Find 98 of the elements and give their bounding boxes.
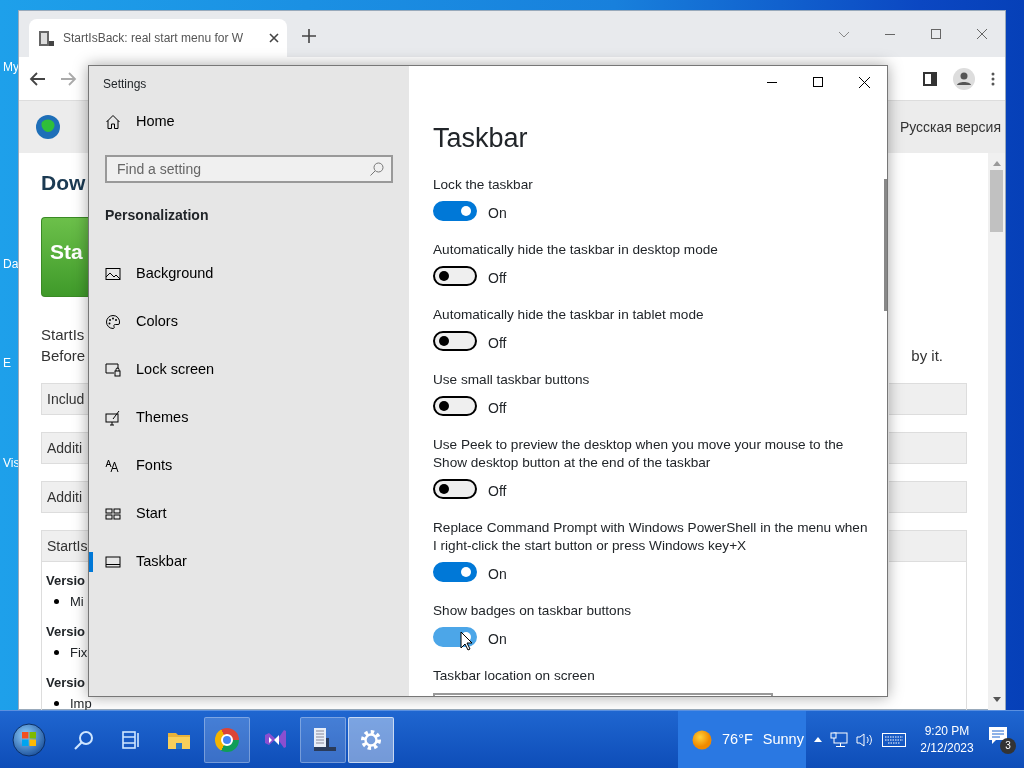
new-tab-icon[interactable] [302, 29, 316, 43]
close-icon[interactable] [269, 33, 279, 43]
language-link[interactable]: Русская версия [899, 116, 1001, 138]
changelog-item: Imp [70, 695, 92, 710]
keyboard-icon[interactable] [882, 732, 906, 747]
home-icon [105, 114, 121, 130]
start-orb-icon [12, 722, 46, 757]
setting-label: Lock the taskbar [433, 176, 534, 194]
tiles-icon [105, 506, 121, 522]
network-icon[interactable] [830, 731, 848, 748]
scroll-down-icon[interactable] [992, 697, 1001, 702]
setting-label: Show badges on taskbar buttons [433, 602, 632, 620]
sidebar-icon[interactable] [923, 71, 937, 86]
nav-item[interactable]: Background [89, 250, 409, 298]
globe-icon [35, 114, 61, 140]
brush-monitor-icon [105, 410, 121, 426]
minimize-icon[interactable] [767, 81, 777, 83]
toggle-state: Off [488, 398, 507, 418]
clock[interactable]: 9:20 PM 2/12/2023 [918, 722, 976, 757]
maximize-icon[interactable] [813, 77, 823, 87]
section-header[interactable]: Additi [41, 481, 89, 513]
taskbar-button[interactable] [348, 716, 394, 763]
taskbar-button[interactable] [300, 716, 346, 763]
toggle-state: Off [488, 481, 507, 501]
page-title: Taskbar [433, 122, 529, 155]
toggle-switch[interactable] [433, 561, 477, 582]
taskbar-icon [105, 554, 121, 570]
toggle-switch[interactable] [433, 265, 477, 286]
fonts-icon [105, 458, 121, 474]
nav-item[interactable]: Colors [89, 298, 409, 346]
toggle-state: On [488, 564, 507, 584]
chrome-icon [215, 727, 239, 752]
setting-label: Use Peek to preview the desktop when you move your mouse to the Show desktop button at the end of the taskbar [433, 436, 845, 472]
intro-text: by it. [911, 346, 943, 366]
taskbar-button[interactable] [204, 716, 250, 763]
bullet [54, 701, 59, 706]
bullet [54, 599, 59, 604]
changelog-item: Fix [70, 644, 88, 662]
chevron-down-icon[interactable] [838, 30, 850, 38]
search-icon[interactable] [369, 161, 385, 177]
version-heading: Versio [46, 572, 86, 590]
close-icon[interactable] [858, 76, 870, 88]
toggle-state: Off [488, 333, 507, 353]
toggle-switch[interactable] [433, 478, 477, 499]
picture-frame-icon [105, 266, 121, 282]
tab-title: StartIsBack: real start menu for W [63, 30, 244, 47]
toggle-switch[interactable] [433, 200, 477, 221]
nav-item[interactable]: Taskbar [89, 538, 409, 586]
nav-item[interactable]: Home [89, 98, 409, 146]
version-heading: Versio [46, 623, 86, 641]
setting-label: Taskbar location on screen [433, 667, 596, 685]
section-header[interactable]: Includ [41, 383, 89, 415]
date-text: 2/12/2023 [919, 739, 975, 757]
browser-tab[interactable]: StartIsBack: real start menu for W [29, 19, 287, 57]
task-view-icon [120, 728, 142, 751]
toggle-state: Off [488, 268, 507, 288]
nav-item[interactable]: Lock screen [89, 346, 409, 394]
sun-icon [692, 729, 712, 750]
section-header[interactable]: StartIs [41, 530, 89, 562]
palette-icon [105, 314, 121, 330]
nav-item[interactable]: Themes [89, 394, 409, 442]
bullet [54, 650, 59, 655]
setting-label: Automatically hide the taskbar in tablet mode [433, 306, 705, 324]
category-heading: Personalization [104, 206, 210, 225]
toggle-state: On [488, 203, 507, 223]
scroll-thumb[interactable] [884, 179, 887, 311]
lock-screen-icon [105, 362, 121, 378]
profile-icon[interactable] [953, 67, 975, 90]
temperature: 76°F [722, 729, 753, 749]
gear-icon [359, 727, 383, 752]
scrollbar[interactable] [988, 153, 1005, 710]
toggle-switch[interactable] [433, 330, 477, 351]
notification-badge: 3 [1000, 738, 1016, 754]
volume-icon[interactable] [856, 731, 874, 748]
version-heading: Versio [46, 674, 86, 692]
intro-text: StartIs [41, 326, 85, 343]
chevron-up-icon[interactable] [814, 737, 822, 742]
scroll-thumb[interactable] [990, 170, 1003, 232]
window-title: Settings [102, 76, 148, 93]
toggle-switch[interactable] [433, 395, 477, 416]
setting-label: Replace Command Prompt with Windows PowerShell in the menu when I right-click the start button or press Windows key+X [433, 519, 869, 555]
setting-label: Automatically hide the taskbar in desktop mode [433, 241, 719, 259]
setting-label: Use small taskbar buttons [433, 371, 591, 389]
search-field[interactable]: Find a setting [105, 155, 393, 183]
changelog-item: Mi [70, 593, 84, 611]
toggle-state: On [488, 629, 507, 649]
search-icon [72, 728, 94, 751]
intro-text: Before [41, 346, 86, 366]
back-icon[interactable] [29, 71, 45, 86]
page-heading: Dow [41, 170, 86, 196]
nav-item[interactable]: Fonts [89, 442, 409, 490]
time-text: 9:20 PM [923, 722, 971, 740]
weather-condition: Sunny [762, 729, 804, 749]
section-header[interactable]: Additi [41, 432, 89, 464]
nav-item[interactable]: Start [89, 490, 409, 538]
building-icon [37, 29, 55, 47]
menu-icon[interactable] [991, 71, 995, 86]
weather-widget[interactable]: 76°F Sunny [678, 711, 806, 768]
